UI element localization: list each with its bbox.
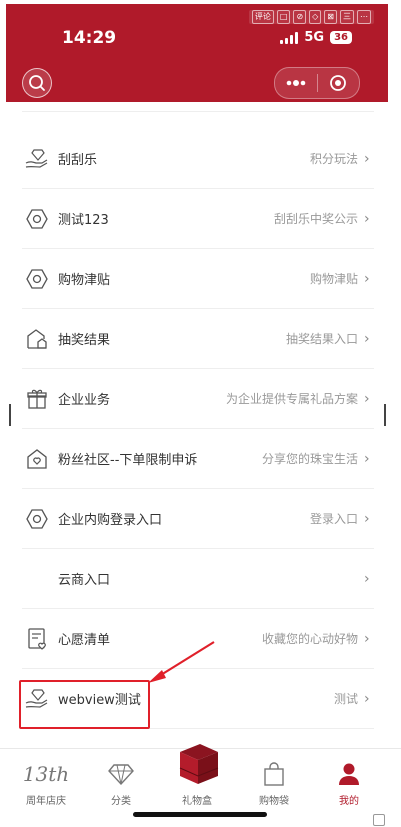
list-item-hint: 登录入口 (309, 512, 358, 526)
target-icon (330, 75, 347, 91)
list-item-shopping-allowance[interactable]: 购物津贴 购物津贴 › (22, 249, 374, 309)
list-item-label: 测试123 (58, 213, 109, 228)
comment-mini-icon[interactable]: 评论 (251, 10, 274, 24)
tab-anniversary[interactable]: 13th 周年店庆 (11, 749, 81, 807)
scroll-edge-mark-right (384, 404, 386, 426)
chevron-right-icon: › (364, 570, 370, 587)
search-icon (29, 75, 45, 91)
tab-label: 礼物盒 (182, 796, 212, 807)
diamond-hand-icon (24, 146, 50, 172)
chevron-right-icon: › (364, 270, 370, 287)
list-item-hint: 分享您的珠宝生活 (261, 452, 358, 466)
list-item-label: 刮刮乐 (58, 153, 98, 168)
more-dots-icon (286, 80, 306, 86)
list-item-lottery-results[interactable]: 抽奖结果 抽奖结果入口 › (22, 309, 374, 369)
miniprogram-capsule (274, 67, 360, 99)
status-time: 14:29 (62, 28, 117, 48)
annotation-arrow-icon (148, 641, 215, 683)
anniversary-icon: 13th (22, 762, 70, 786)
list-item-hint: 购物津贴 (309, 272, 358, 286)
chevron-right-icon: › (364, 390, 370, 407)
system-mini-toolbar: 评论 □ ⊘ ◇ ⊠ 三 ⋯ (248, 10, 374, 24)
screen-mini-icon[interactable]: □ (276, 10, 291, 24)
chevron-right-icon: › (364, 630, 370, 647)
tab-label: 购物袋 (259, 796, 289, 807)
signal-icon (280, 31, 299, 44)
hexagon-icon (24, 266, 50, 292)
close-miniprogram-button[interactable] (318, 68, 360, 98)
home-indicator (133, 812, 267, 817)
person-icon (314, 759, 384, 789)
block-mini-icon[interactable]: ⊘ (293, 10, 307, 24)
tag-mini-icon[interactable]: ◇ (309, 10, 322, 24)
list-item-hint: 测试 (333, 692, 358, 706)
more-button[interactable] (275, 68, 317, 98)
chevron-right-icon: › (364, 210, 370, 227)
blank-icon (24, 566, 50, 592)
tab-label: 我的 (339, 796, 359, 807)
list-item-cloud-merchant[interactable]: 云商入口 › (22, 549, 374, 609)
battery-icon: 36 (330, 31, 352, 44)
list-item-hint: 刮刮乐中奖公示 (273, 212, 358, 226)
list-item-hint: 为企业提供专属礼品方案 (225, 392, 358, 406)
list-item-hint: 积分玩法 (309, 152, 358, 166)
tab-gift-box[interactable]: 礼物盒 (162, 744, 232, 807)
list-item-label: 抽奖结果 (58, 333, 111, 348)
list-item-label: 企业业务 (58, 393, 111, 408)
diamond-icon (86, 759, 156, 789)
gift-box-icon (162, 737, 232, 789)
list-item-test123[interactable]: 测试123 刮刮乐中奖公示 › (22, 189, 374, 249)
clipped-list-item (22, 97, 374, 112)
house-icon (24, 326, 50, 352)
list-item-internal-purchase[interactable]: 企业内购登录入口 登录入口 › (22, 489, 374, 549)
highlight-box (19, 680, 150, 729)
tab-mine[interactable]: 我的 (314, 749, 384, 807)
list-item-fan-community[interactable]: 粉丝社区--下单限制申诉 分享您的珠宝生活 › (22, 429, 374, 489)
hexagon-icon (24, 206, 50, 232)
tab-shopping-bag[interactable]: 购物袋 (239, 749, 309, 807)
list-item-hint: 收藏您的心动好物 (261, 632, 358, 646)
close-mini-icon[interactable]: ⊠ (324, 10, 337, 24)
chevron-right-icon: › (364, 690, 370, 707)
heart-house-icon (24, 446, 50, 472)
chevron-right-icon: › (364, 450, 370, 467)
list-item-scratch-card[interactable]: 刮刮乐 积分玩法 › (22, 129, 374, 189)
network-type: 5G (304, 30, 325, 45)
scroll-edge-mark-left (9, 404, 11, 426)
corner-expand-icon (373, 814, 385, 826)
chevron-right-icon: › (364, 150, 370, 167)
tab-label: 周年店庆 (26, 796, 66, 807)
chevron-right-icon: › (364, 510, 370, 527)
hexagon-icon (24, 506, 50, 532)
tab-category[interactable]: 分类 (86, 749, 156, 807)
status-indicators: 5G 36 (280, 30, 352, 45)
chevron-right-icon: › (364, 330, 370, 347)
list-item-enterprise-business[interactable]: 企业业务 为企业提供专属礼品方案 › (22, 369, 374, 429)
wishlist-icon (24, 626, 50, 652)
app-header: 评论 □ ⊘ ◇ ⊠ 三 ⋯ 14:29 5G 36 (6, 4, 388, 102)
list-item-label: 粉丝社区--下单限制申诉 (58, 453, 198, 468)
tab-label: 分类 (111, 796, 131, 807)
search-button[interactable] (22, 68, 52, 98)
list-item-label: 云商入口 (58, 573, 111, 588)
list-item-label: 企业内购登录入口 (58, 513, 163, 528)
gift-icon (24, 386, 50, 412)
list-item-label: 购物津贴 (58, 273, 111, 288)
more-mini-icon[interactable]: ⋯ (357, 10, 371, 24)
menu-mini-icon[interactable]: 三 (340, 10, 354, 24)
bag-icon (239, 759, 309, 789)
list-item-hint: 抽奖结果入口 (285, 332, 358, 346)
